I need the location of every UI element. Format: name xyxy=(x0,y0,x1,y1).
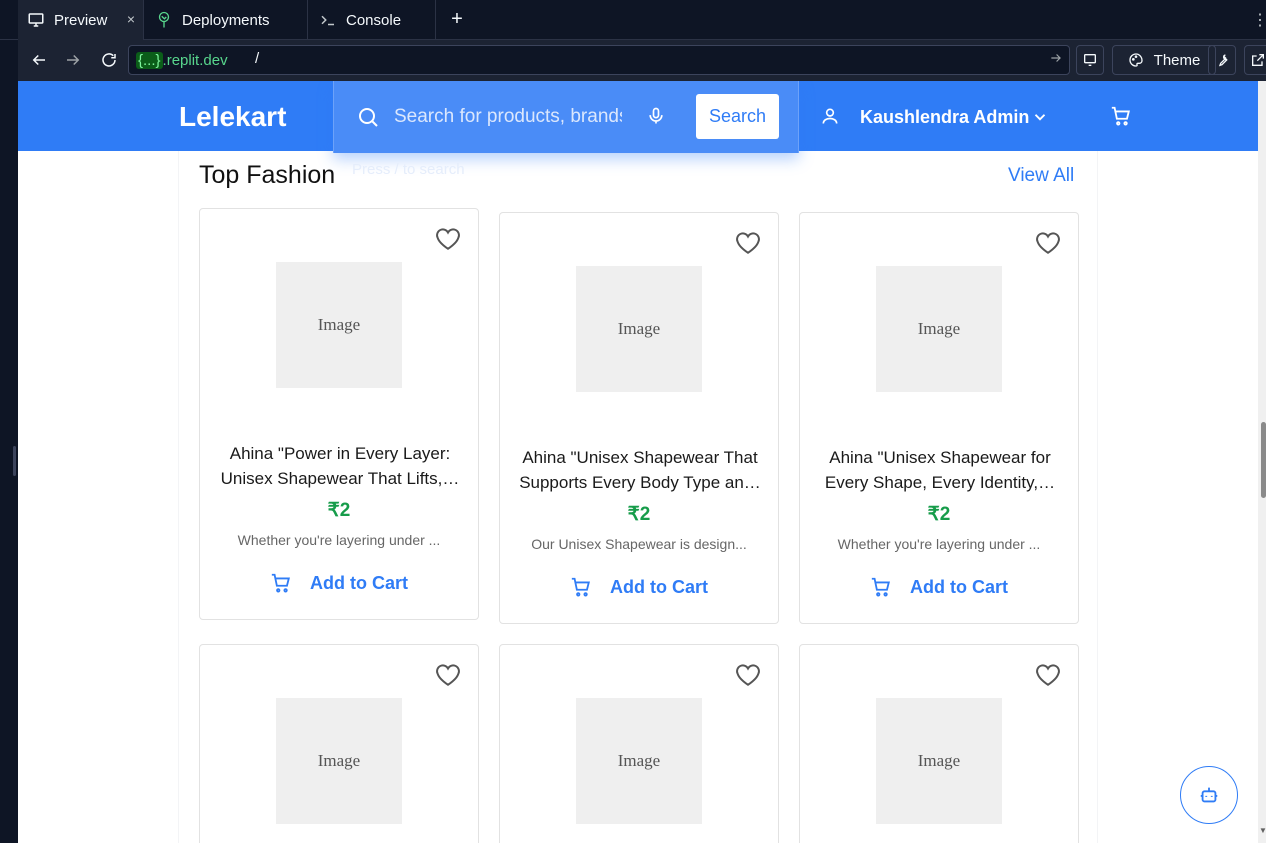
add-to-cart-label: Add to Cart xyxy=(610,576,708,597)
heart-icon[interactable] xyxy=(1035,663,1061,692)
deploy-tree-icon xyxy=(154,10,174,30)
chatbot-button[interactable] xyxy=(1180,766,1238,824)
product-image[interactable]: Image xyxy=(876,698,1002,824)
product-title-line2: Every Shape, Every Identity,… xyxy=(824,473,1056,492)
heart-icon[interactable] xyxy=(735,231,761,260)
product-title-line1: Ahina "Unisex Shapewear That xyxy=(522,448,758,467)
external-link-icon xyxy=(1250,52,1266,68)
heart-icon[interactable] xyxy=(735,663,761,692)
add-to-cart-button[interactable]: Add to Cart xyxy=(500,576,778,598)
user-menu[interactable]: Kaushlendra Admin xyxy=(860,107,1029,128)
tab-deployments-label: Deployments xyxy=(182,11,270,29)
product-image[interactable]: Image xyxy=(576,266,702,392)
section-title: Top Fashion xyxy=(199,161,336,189)
heart-icon[interactable] xyxy=(435,663,461,692)
heart-icon[interactable] xyxy=(435,227,461,256)
url-path: / xyxy=(255,50,260,67)
product-card[interactable]: Image xyxy=(199,644,479,843)
tab-preview[interactable]: Preview × xyxy=(18,0,144,40)
theme-button[interactable]: Theme xyxy=(1112,45,1216,75)
tools-button[interactable] xyxy=(1208,45,1236,75)
left-gutter xyxy=(0,40,18,843)
chevron-down-icon[interactable] xyxy=(1031,108,1049,131)
product-description: Whether you're layering under ... xyxy=(837,536,1041,552)
product-title-line1: Ahina "Unisex Shapewear for xyxy=(829,448,1051,467)
tab-console-label: Console xyxy=(346,11,402,29)
preview-viewport: Top Fashion View All Image Ahina "Power … xyxy=(18,81,1258,843)
product-image[interactable]: Image xyxy=(276,262,402,388)
tab-preview-label: Preview xyxy=(54,11,108,29)
cart-icon xyxy=(570,576,592,598)
devtools-icon xyxy=(1082,52,1098,68)
add-to-cart-button[interactable]: Add to Cart xyxy=(200,572,478,594)
close-tab-icon[interactable]: × xyxy=(127,11,135,27)
product-title-line1: Ahina "Power in Every Layer: xyxy=(229,444,451,463)
tab-console[interactable]: Console xyxy=(308,0,436,40)
forward-arrow-icon[interactable] xyxy=(62,49,84,71)
product-title[interactable]: Ahina "Unisex Shapewear for Every Shape,… xyxy=(812,445,1068,495)
tab-deployments[interactable]: Deployments xyxy=(144,0,308,40)
product-card[interactable]: Image Ahina "Power in Every Layer: Unise… xyxy=(199,208,479,620)
site-logo[interactable]: Lelekart xyxy=(179,101,286,133)
monitor-icon xyxy=(26,10,46,30)
product-title-line2: Unisex Shapewear That Lifts,… xyxy=(220,469,460,488)
search-button[interactable]: Search xyxy=(696,94,779,139)
address-bar: {...} .replit.dev / Theme xyxy=(18,40,1266,81)
add-to-cart-label: Add to Cart xyxy=(910,576,1008,597)
reload-icon[interactable] xyxy=(98,49,120,71)
cart-icon xyxy=(870,576,892,598)
scroll-down-arrow-icon[interactable]: ▼ xyxy=(1259,826,1266,835)
open-new-window-button[interactable] xyxy=(1244,45,1266,75)
more-menu-icon[interactable]: ⋮ xyxy=(1252,10,1266,30)
heart-icon[interactable] xyxy=(1035,231,1061,260)
search-shortcut-hint: Press / to search xyxy=(352,161,465,178)
product-image[interactable]: Image xyxy=(276,698,402,824)
back-arrow-icon[interactable] xyxy=(28,49,50,71)
search-bar: Search xyxy=(333,81,799,153)
product-title[interactable]: Ahina "Unisex Shapewear That Supports Ev… xyxy=(512,445,768,495)
product-card[interactable]: Image xyxy=(799,644,1079,843)
url-host: {...} .replit.dev xyxy=(132,49,232,71)
add-tab-button[interactable]: + xyxy=(446,8,468,30)
product-card[interactable]: Image Ahina "Unisex Shapewear for Every … xyxy=(799,212,1079,624)
palette-icon xyxy=(1128,52,1144,68)
add-to-cart-button[interactable]: Add to Cart xyxy=(800,576,1078,598)
url-host-domain: .replit.dev xyxy=(162,51,228,69)
app-header: Lelekart Search Kaushlendra Admin xyxy=(18,81,1258,153)
robot-icon xyxy=(1198,784,1220,806)
url-field[interactable]: {...} .replit.dev / xyxy=(128,45,1070,75)
product-title-line2: Supports Every Body Type an… xyxy=(519,473,761,492)
view-all-link[interactable]: View All xyxy=(1008,165,1074,187)
devtools-button[interactable] xyxy=(1076,45,1104,75)
product-card[interactable]: Image Ahina "Unisex Shapewear That Suppo… xyxy=(499,212,779,624)
product-price: ₹2 xyxy=(927,504,951,525)
theme-button-label: Theme xyxy=(1153,51,1201,69)
search-input[interactable] xyxy=(394,103,622,131)
add-to-cart-label: Add to Cart xyxy=(310,572,408,593)
header-cart-icon[interactable] xyxy=(1110,105,1132,132)
user-icon[interactable] xyxy=(820,106,840,131)
wrench-icon xyxy=(1214,52,1230,68)
product-card[interactable]: Image xyxy=(499,644,779,843)
resize-handle[interactable] xyxy=(13,446,16,476)
product-price: ₹2 xyxy=(627,504,651,525)
cart-icon xyxy=(270,572,292,594)
product-price: ₹2 xyxy=(327,500,351,521)
microphone-icon[interactable] xyxy=(646,105,666,132)
url-host-braces: {...} xyxy=(136,51,163,69)
ide-tab-bar: Preview × Deployments Console + ⋮ xyxy=(0,0,1266,40)
scrollbar-thumb[interactable] xyxy=(1261,422,1266,498)
product-title[interactable]: Ahina "Power in Every Layer: Unisex Shap… xyxy=(212,441,468,491)
go-arrow-icon[interactable] xyxy=(1049,51,1063,68)
product-description: Our Unisex Shapewear is design... xyxy=(531,536,747,552)
search-icon xyxy=(356,105,380,134)
product-image[interactable]: Image xyxy=(876,266,1002,392)
product-description: Whether you're layering under ... xyxy=(237,532,441,548)
terminal-icon xyxy=(318,10,338,30)
product-image[interactable]: Image xyxy=(576,698,702,824)
